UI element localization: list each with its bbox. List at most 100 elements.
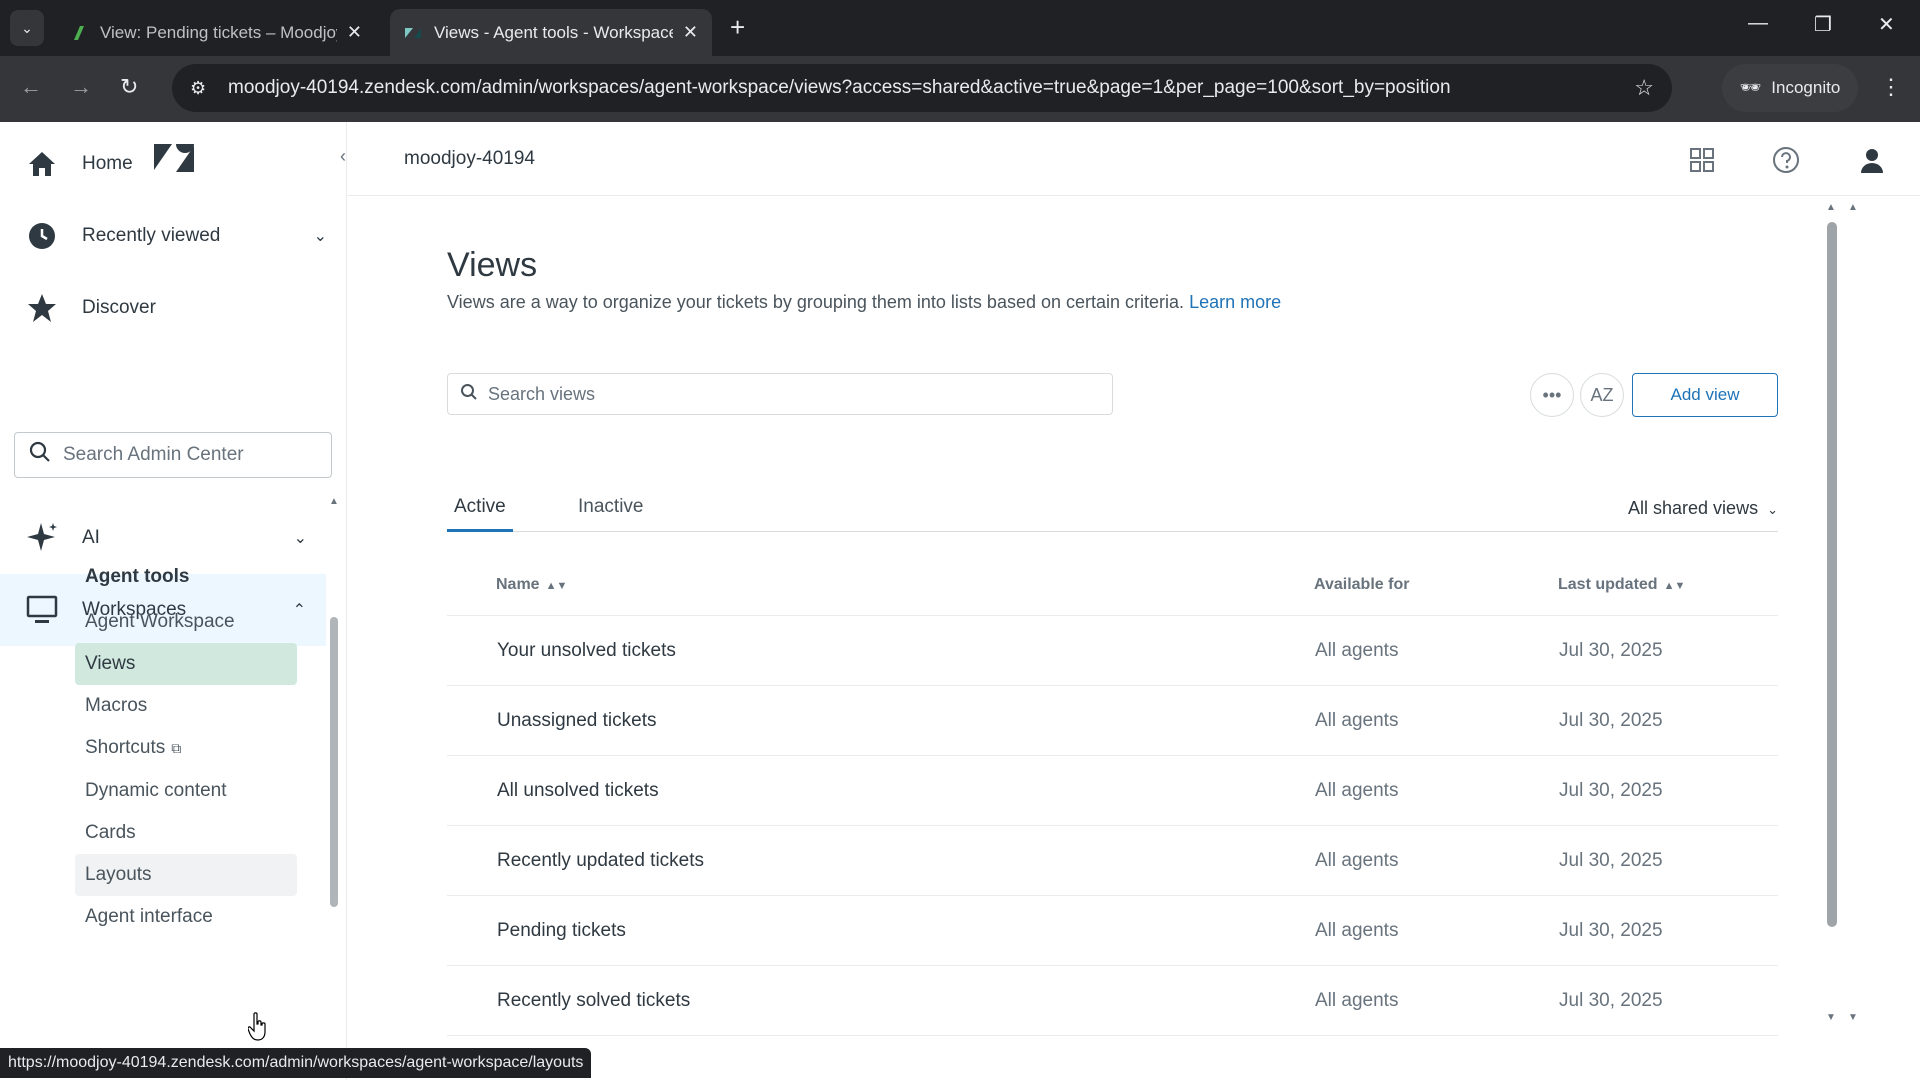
browser-tab-views[interactable]: Views - Agent tools - Workspaces ✕ (390, 9, 712, 56)
ellipsis-icon: ••• (1542, 384, 1562, 405)
sidebar-subitem-dynamic-content[interactable]: Dynamic content (75, 770, 297, 812)
close-window-icon[interactable]: ✕ (1878, 12, 1895, 37)
product-tray-grid-icon[interactable] (1688, 146, 1716, 174)
sidebar-subitem-cards[interactable]: Cards (75, 812, 297, 854)
view-name[interactable]: Recently solved tickets (497, 990, 690, 1012)
minimize-window-icon[interactable]: — (1748, 12, 1768, 35)
monitor-icon (24, 592, 60, 628)
sidebar-subitem-layouts[interactable]: Layouts (75, 854, 297, 896)
close-tab-icon[interactable]: ✕ (347, 22, 362, 43)
subitem-label: Agent Workspace (85, 611, 235, 632)
column-label: Available for (1314, 576, 1410, 593)
table-row[interactable]: Recently updated tickets All agents Jul … (447, 826, 1778, 896)
view-last-updated: Jul 30, 2025 (1559, 780, 1663, 801)
scroll-up-icon[interactable]: ▲ (1826, 202, 1836, 213)
view-available-for: All agents (1315, 710, 1399, 731)
site-info-icon[interactable]: ⚙ (190, 78, 218, 99)
view-name[interactable]: Unassigned tickets (497, 710, 656, 732)
sidebar-subitem-views[interactable]: Views (75, 643, 297, 685)
tab-inactive[interactable]: Inactive (571, 496, 650, 532)
scroll-up-icon[interactable]: ▲ (1848, 202, 1858, 213)
column-header-last-updated[interactable]: Last updated ▲▼ (1558, 576, 1685, 594)
sidebar-item-label: Recently viewed (82, 225, 221, 246)
chevron-down-icon[interactable]: ⌄ (314, 226, 327, 246)
browser-tab-pending-tickets[interactable]: View: Pending tickets – Moodjoy ✕ (56, 9, 376, 56)
back-icon[interactable]: ← (20, 74, 42, 100)
close-tab-icon[interactable]: ✕ (683, 22, 698, 43)
sidebar-scrollbar[interactable] (330, 617, 338, 907)
table-row[interactable]: Unassigned tickets All agents Jul 30, 20… (447, 686, 1778, 756)
sidebar-item-recently-viewed[interactable]: Recently viewed ⌄ (0, 200, 347, 272)
scroll-down-icon[interactable]: ▼ (1826, 1012, 1836, 1023)
sidebar-subitem-agent-workspace[interactable]: Agent Workspace (75, 601, 297, 643)
column-header-name[interactable]: Name ▲▼ (496, 576, 567, 594)
sort-views-button[interactable]: AZ (1580, 373, 1624, 417)
user-profile-icon[interactable] (1858, 146, 1886, 174)
sidebar-item-ai[interactable]: AI ⌄ (0, 502, 347, 574)
sidebar-item-label: Discover (82, 297, 156, 318)
subitem-label: Layouts (85, 864, 152, 885)
description-text: Views are a way to organize your tickets… (447, 292, 1185, 312)
view-name[interactable]: Pending tickets (497, 920, 626, 942)
subitem-label: Cards (85, 822, 136, 843)
column-label: Last updated (1558, 576, 1658, 593)
browser-tab-bar: ⌄ View: Pending tickets – Moodjoy ✕ View… (0, 0, 1920, 56)
forward-icon[interactable]: → (70, 74, 92, 100)
new-tab-button[interactable]: + (730, 12, 745, 42)
moodjoy-favicon-icon (74, 25, 84, 40)
view-name[interactable]: All unsolved tickets (497, 780, 659, 802)
add-view-button[interactable]: Add view (1632, 373, 1778, 417)
sort-icon: ▲▼ (545, 580, 568, 592)
hand-cursor-icon (248, 1012, 266, 1041)
sidebar-subitem-agent-interface[interactable]: Agent interface (75, 896, 297, 938)
tab-active[interactable]: Active (447, 496, 513, 532)
sidebar-item-home[interactable]: Home (0, 128, 347, 200)
page-scrollbar-thumb[interactable] (1827, 222, 1837, 927)
link-preview-status: https://moodjoy-40194.zendesk.com/admin/… (0, 1048, 592, 1078)
reload-icon[interactable]: ↻ (120, 74, 138, 100)
agent-tools-heading: Agent tools (85, 566, 190, 587)
incognito-badge[interactable]: 🕶 Incognito (1722, 64, 1858, 112)
search-icon (29, 441, 51, 469)
filter-label: All shared views (1628, 498, 1759, 518)
table-row[interactable]: Your unsolved tickets All agents Jul 30,… (447, 616, 1778, 686)
account-name: moodjoy-40194 (404, 148, 535, 169)
help-icon[interactable] (1772, 146, 1800, 174)
search-views-placeholder: Search views (488, 383, 596, 404)
subitem-label: Views (85, 653, 136, 674)
table-row[interactable]: Recently solved tickets All agents Jul 3… (447, 966, 1778, 1036)
view-name[interactable]: Recently updated tickets (497, 850, 704, 872)
browser-menu-icon[interactable]: ⋮ (1880, 74, 1902, 100)
star-icon (24, 290, 60, 326)
search-icon (460, 383, 478, 406)
sidebar-subitem-shortcuts[interactable]: Shortcuts ⧉ (75, 727, 297, 769)
table-header: Name ▲▼ Available for Last updated ▲▼ (447, 576, 1778, 616)
table-row[interactable]: All unsolved tickets All agents Jul 30, … (447, 756, 1778, 826)
sort-az-icon: AZ (1590, 384, 1614, 405)
bookmark-star-icon[interactable]: ☆ (1634, 75, 1654, 101)
table-row[interactable]: Pending tickets All agents Jul 30, 2025 (447, 896, 1778, 966)
search-views-input[interactable]: Search views (447, 373, 1113, 415)
chevron-down-icon[interactable]: ⌄ (294, 528, 307, 548)
subitem-label: Dynamic content (85, 780, 227, 801)
zendesk-favicon-icon (405, 27, 421, 38)
view-name[interactable]: Your unsolved tickets (497, 640, 676, 662)
learn-more-link[interactable]: Learn more (1189, 292, 1281, 312)
address-bar[interactable]: ⚙ moodjoy-40194.zendesk.com/admin/worksp… (172, 64, 1672, 112)
tab-search-button[interactable]: ⌄ (10, 10, 44, 46)
restore-window-icon[interactable]: ❐ (1814, 12, 1832, 37)
views-filter-dropdown[interactable]: All shared views ⌄ (1628, 498, 1778, 519)
browser-tab-title: View: Pending tickets – Moodjoy (100, 22, 337, 42)
chevron-down-icon: ⌄ (1767, 502, 1778, 517)
browser-tab-title: Views - Agent tools - Workspaces (434, 22, 673, 42)
clock-icon (24, 218, 60, 254)
sidebar-item-discover[interactable]: Discover (0, 272, 347, 344)
address-url[interactable]: moodjoy-40194.zendesk.com/admin/workspac… (228, 77, 1451, 99)
scroll-down-icon[interactable]: ▼ (1848, 1012, 1858, 1023)
sidebar-subitem-macros[interactable]: Macros (75, 685, 297, 727)
subitem-label: Agent interface (85, 906, 213, 927)
main-content: Views Views are a way to organize your t… (348, 196, 1828, 1080)
view-last-updated: Jul 30, 2025 (1559, 640, 1663, 661)
more-options-button[interactable]: ••• (1530, 373, 1574, 417)
admin-search-input[interactable]: Search Admin Center (14, 432, 332, 478)
